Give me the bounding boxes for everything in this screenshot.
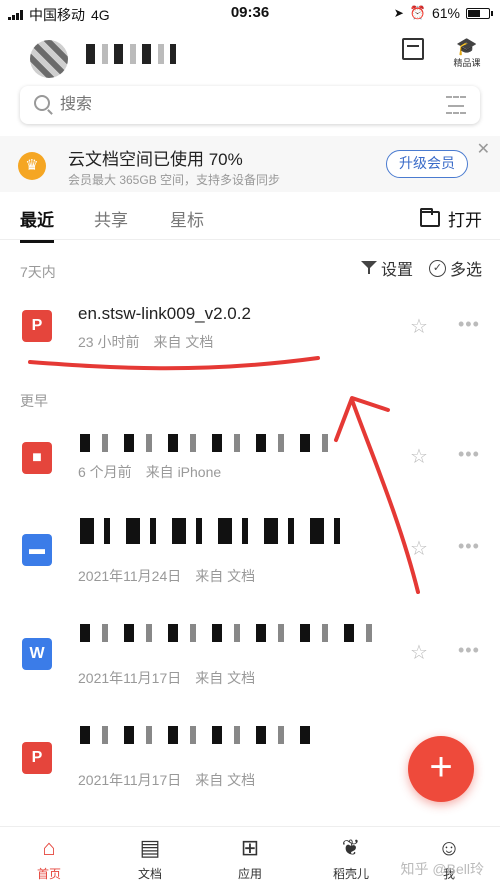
scan-icon[interactable]: [446, 96, 466, 114]
folder-icon: [420, 207, 440, 227]
doc-icon: ▬: [22, 534, 52, 566]
username-redacted: [86, 44, 176, 64]
file-time: 6 个月前: [78, 464, 132, 480]
file-row[interactable]: ▬ 2021年11月24日 来自 文档 ☆ •••: [0, 510, 500, 586]
tab-starred[interactable]: 星标: [170, 206, 204, 231]
pdf-icon: P: [22, 310, 52, 342]
file-name-redacted: [80, 434, 330, 452]
leaf-icon: ❦: [341, 835, 361, 860]
file-source: 来自 文档: [195, 568, 256, 584]
nav-home[interactable]: ⌂ 首页: [14, 835, 84, 882]
filter-icon: [360, 261, 377, 275]
search-icon: [34, 95, 50, 111]
close-icon[interactable]: ✕: [477, 142, 490, 158]
search-input[interactable]: [60, 94, 360, 116]
file-source: 来自 文档: [153, 334, 214, 350]
nav-docer[interactable]: ❦ 稻壳儿: [316, 835, 386, 882]
alarm-icon: ⏰: [409, 5, 426, 20]
file-time: 2021年11月24日: [78, 568, 182, 584]
doc-icon: ■: [22, 442, 52, 474]
list-tools: 设置 ✓ 多选: [360, 256, 482, 280]
section-label-recent: 7天内: [20, 264, 56, 280]
apps-icon: ⊞: [240, 835, 260, 860]
file-time: 2021年11月17日: [78, 670, 182, 686]
open-label: 打开: [448, 211, 482, 230]
document-icon: ▤: [139, 835, 161, 860]
file-time: 2021年11月17日: [78, 772, 182, 788]
battery-fill: [468, 9, 480, 17]
nav-label: 稻壳儿: [332, 867, 369, 881]
document-view-icon[interactable]: [402, 38, 424, 60]
watermark: 知乎 @Bell玲: [400, 861, 484, 877]
tab-bar: 最近 共享 星标 打开: [0, 196, 500, 243]
nav-label: 首页: [36, 867, 61, 881]
add-button[interactable]: +: [408, 736, 474, 802]
check-circle-icon: ✓: [428, 259, 446, 277]
crown-icon: ♛: [18, 152, 46, 180]
settings-button[interactable]: 设置: [360, 256, 413, 280]
more-icon[interactable]: •••: [458, 444, 480, 465]
nav-label: 文档: [137, 867, 162, 881]
battery-icon: [466, 7, 493, 19]
course-button[interactable]: 🎓 精品课: [452, 38, 482, 69]
file-source: 来自 文档: [195, 670, 256, 686]
upgrade-button[interactable]: 升级会员: [386, 150, 468, 178]
file-row[interactable]: ■ 6 个月前 来自 iPhone ☆ •••: [0, 420, 500, 496]
file-meta: 23 小时前 来自 文档: [78, 332, 213, 352]
header: 🎓 精品课: [0, 30, 500, 80]
file-row[interactable]: W 2021年11月17日 来自 文档 ☆ •••: [0, 612, 500, 688]
file-name: en.stsw-link009_v2.0.2: [78, 304, 251, 323]
avatar[interactable]: [30, 40, 68, 78]
section-label-earlier: 更早: [20, 393, 48, 409]
battery-percent: 61%: [431, 5, 460, 21]
settings-label: 设置: [380, 262, 413, 279]
file-name-redacted: [80, 518, 340, 544]
file-row[interactable]: P en.stsw-link009_v2.0.2 23 小时前 来自 文档 ☆ •…: [0, 290, 500, 366]
open-button[interactable]: 打开: [420, 206, 482, 231]
star-icon[interactable]: ☆: [410, 444, 428, 469]
file-meta: 2021年11月17日 来自 文档: [78, 770, 255, 790]
status-bar: 中国移动 4G 09:36 ➤ ⏰ 61%: [0, 0, 500, 28]
more-icon[interactable]: •••: [458, 640, 480, 661]
star-icon[interactable]: ☆: [410, 314, 428, 339]
status-right: ➤ ⏰ 61%: [393, 5, 493, 21]
nav-apps[interactable]: ⊞ 应用: [215, 835, 285, 882]
person-icon: ☺: [437, 835, 461, 860]
nav-label: 应用: [237, 867, 262, 881]
file-source: 来自 iPhone: [145, 464, 222, 480]
tab-recent[interactable]: 最近: [20, 206, 54, 243]
bottom-nav: ⌂ 首页 ▤ 文档 ⊞ 应用 ❦ 稻壳儿 ☺ 我 知乎 @Bell玲: [0, 826, 500, 889]
doc-icon: W: [22, 638, 52, 670]
course-label: 精品课: [453, 58, 481, 68]
search-bar[interactable]: [20, 86, 480, 124]
more-icon[interactable]: •••: [458, 536, 480, 557]
star-icon[interactable]: ☆: [410, 640, 428, 665]
star-icon[interactable]: ☆: [410, 536, 428, 561]
location-icon: ➤: [393, 6, 404, 20]
file-meta: 6 个月前 来自 iPhone: [78, 462, 221, 482]
more-icon[interactable]: •••: [458, 314, 480, 335]
storage-subtitle: 会员最大 365GB 空间，支持多设备同步: [68, 173, 281, 187]
graduation-cap-icon: 🎓: [456, 37, 478, 56]
nav-documents[interactable]: ▤ 文档: [115, 835, 185, 882]
multiselect-label: 多选: [449, 262, 482, 279]
file-meta: 2021年11月24日 来自 文档: [78, 566, 255, 586]
storage-banner: ♛ 云文档空间已使用 70% 会员最大 365GB 空间，支持多设备同步 升级会…: [0, 136, 500, 192]
file-time: 23 小时前: [78, 334, 140, 350]
file-source: 来自 文档: [195, 772, 256, 788]
tab-shared[interactable]: 共享: [94, 206, 128, 231]
storage-title: 云文档空间已使用 70%: [68, 150, 243, 169]
file-name-redacted: [80, 726, 310, 744]
file-meta: 2021年11月17日 来自 文档: [78, 668, 255, 688]
home-icon: ⌂: [42, 835, 56, 860]
pdf-icon: P: [22, 742, 52, 774]
file-name-redacted: [80, 624, 380, 642]
multiselect-button[interactable]: ✓ 多选: [428, 256, 482, 280]
